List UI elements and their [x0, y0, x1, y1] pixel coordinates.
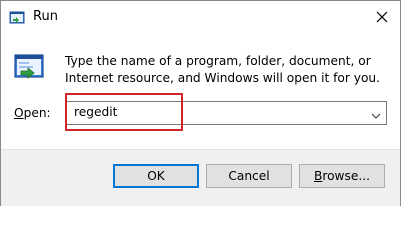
browse-button[interactable]: Browse... [299, 164, 385, 188]
ok-button[interactable]: OK [113, 164, 199, 188]
close-button[interactable] [367, 3, 397, 31]
run-icon-large [13, 51, 45, 83]
run-icon [9, 10, 25, 26]
open-label-text: pen: [23, 106, 51, 120]
open-combobox[interactable]: regedit [65, 101, 387, 125]
chevron-down-icon [371, 104, 381, 123]
open-label: Open: [14, 106, 51, 120]
cancel-button[interactable]: Cancel [206, 164, 292, 188]
close-icon [376, 11, 388, 23]
title-bar[interactable]: Run [1, 1, 400, 33]
open-input[interactable]: regedit [74, 105, 117, 119]
dropdown-button[interactable] [366, 102, 386, 124]
window-title: Run [33, 9, 58, 24]
browse-accelerator: B [313, 169, 323, 183]
open-label-accelerator: O [14, 106, 24, 120]
browse-label: rowse... [322, 169, 370, 183]
run-dialog: Run Type the name of a program, folder, … [0, 0, 401, 206]
instruction-text: Type the name of a program, folder, docu… [65, 54, 381, 85]
